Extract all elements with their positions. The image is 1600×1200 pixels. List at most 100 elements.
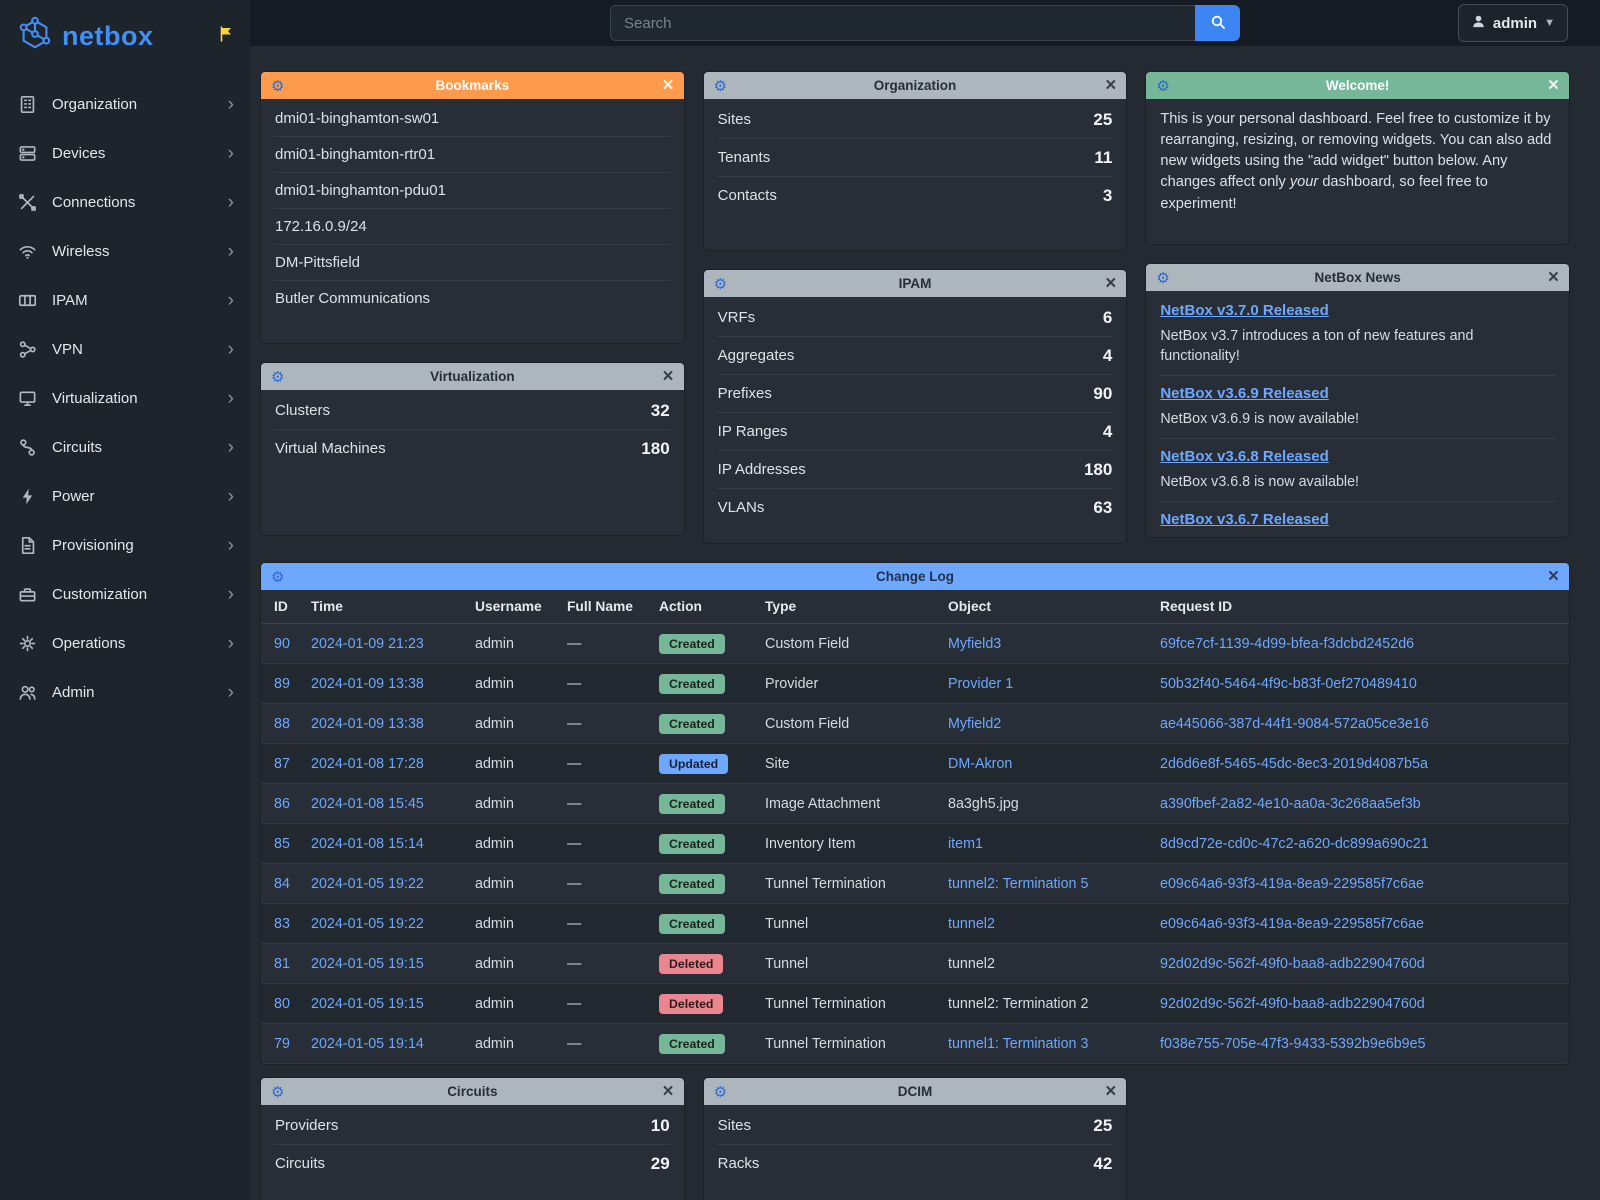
widget-header[interactable]: ⚙ IPAM ×	[704, 270, 1127, 297]
widget-config-icon[interactable]: ⚙	[271, 563, 284, 590]
changelog-id-link[interactable]: 79	[274, 1036, 290, 1052]
netbox-logo-text[interactable]: netbox	[62, 21, 154, 52]
widget-config-icon[interactable]: ⚙	[271, 1078, 284, 1105]
changelog-id-link[interactable]: 81	[274, 956, 290, 972]
widget-config-icon[interactable]: ⚙	[1156, 72, 1169, 99]
changelog-time-link[interactable]: 2024-01-05 19:22	[311, 916, 424, 932]
changelog-id-link[interactable]: 90	[274, 636, 290, 652]
widget-close-icon[interactable]: ×	[1548, 264, 1559, 291]
widget-close-icon[interactable]: ×	[1105, 72, 1116, 99]
stat-row[interactable]: Clusters 32	[274, 392, 671, 430]
changelog-request-id-link[interactable]: ae445066-387d-44f1-9084-572a05ce3e16	[1160, 716, 1429, 732]
changelog-time-link[interactable]: 2024-01-05 19:15	[311, 996, 424, 1012]
changelog-object-link[interactable]: 8a3gh5.jpg	[948, 796, 1019, 812]
sidebar-item-organization[interactable]: Organization ›	[0, 80, 250, 129]
stat-row[interactable]: Prefixes 90	[717, 375, 1114, 413]
bookmark-link[interactable]: Butler Communications	[274, 281, 671, 316]
changelog-request-id-link[interactable]: a390fbef-2a82-4e10-aa0a-3c268aa5ef3b	[1160, 796, 1421, 812]
stat-row[interactable]: VRFs 6	[717, 299, 1114, 337]
stat-row[interactable]: VLANs 63	[717, 489, 1114, 526]
stat-row[interactable]: Contacts 3	[717, 177, 1114, 214]
sidebar-item-circuits[interactable]: Circuits ›	[0, 423, 250, 472]
changelog-request-id-link[interactable]: 92d02d9c-562f-49f0-baa8-adb22904760d	[1160, 996, 1425, 1012]
stat-row[interactable]: IP Addresses 180	[717, 451, 1114, 489]
stat-row[interactable]: IP Ranges 4	[717, 413, 1114, 451]
stat-row[interactable]: Aggregates 4	[717, 337, 1114, 375]
changelog-id-link[interactable]: 85	[274, 836, 290, 852]
sidebar-item-admin[interactable]: Admin ›	[0, 668, 250, 717]
widget-close-icon[interactable]: ×	[663, 363, 674, 390]
changelog-request-id-link[interactable]: 92d02d9c-562f-49f0-baa8-adb22904760d	[1160, 956, 1425, 972]
changelog-request-id-link[interactable]: 50b32f40-5464-4f9c-b83f-0ef270489410	[1160, 676, 1417, 692]
widget-header[interactable]: ⚙ Virtualization ×	[261, 363, 684, 390]
stat-row[interactable]: Providers 10	[274, 1107, 671, 1145]
stat-row[interactable]: Racks 42	[717, 1145, 1114, 1182]
widget-close-icon[interactable]: ×	[1105, 1078, 1116, 1105]
sidebar-item-wireless[interactable]: Wireless ›	[0, 227, 250, 276]
widget-config-icon[interactable]: ⚙	[714, 72, 727, 99]
user-menu-button[interactable]: admin ▼	[1458, 4, 1568, 42]
widget-config-icon[interactable]: ⚙	[1156, 264, 1169, 291]
changelog-id-link[interactable]: 86	[274, 796, 290, 812]
widget-header[interactable]: ⚙ Organization ×	[704, 72, 1127, 99]
news-link[interactable]: NetBox v3.7.0 Released	[1160, 302, 1328, 319]
changelog-time-link[interactable]: 2024-01-09 13:38	[311, 676, 424, 692]
widget-header[interactable]: ⚙ Bookmarks ×	[261, 72, 684, 99]
changelog-request-id-link[interactable]: 2d6d6e8f-5465-45dc-8ec3-2019d4087b5a	[1160, 756, 1428, 772]
changelog-object-link[interactable]: tunnel2	[948, 956, 995, 972]
widget-close-icon[interactable]: ×	[663, 72, 674, 99]
changelog-object-link[interactable]: tunnel2	[948, 916, 995, 932]
changelog-request-id-link[interactable]: f038e755-705e-47f3-9433-5392b9e6b9e5	[1160, 1036, 1426, 1052]
changelog-time-link[interactable]: 2024-01-08 15:45	[311, 796, 424, 812]
widget-header[interactable]: ⚙ Circuits ×	[261, 1078, 684, 1105]
widget-close-icon[interactable]: ×	[1105, 270, 1116, 297]
sidebar-item-operations[interactable]: Operations ›	[0, 619, 250, 668]
changelog-time-link[interactable]: 2024-01-05 19:14	[311, 1036, 424, 1052]
bookmark-link[interactable]: dmi01-binghamton-pdu01	[274, 173, 671, 209]
widget-header[interactable]: ⚙ NetBox News ×	[1146, 264, 1569, 291]
sidebar-item-ipam[interactable]: IPAM ›	[0, 276, 250, 325]
changelog-object-link[interactable]: tunnel2: Termination 2	[948, 996, 1088, 1012]
bookmark-link[interactable]: dmi01-binghamton-rtr01	[274, 137, 671, 173]
widget-close-icon[interactable]: ×	[1548, 563, 1559, 590]
changelog-time-link[interactable]: 2024-01-09 13:38	[311, 716, 424, 732]
stat-row[interactable]: Tenants 11	[717, 139, 1114, 177]
changelog-time-link[interactable]: 2024-01-05 19:15	[311, 956, 424, 972]
changelog-request-id-link[interactable]: 69fce7cf-1139-4d99-bfea-f3dcbd2452d6	[1160, 636, 1414, 652]
widget-config-icon[interactable]: ⚙	[714, 1078, 727, 1105]
changelog-object-link[interactable]: item1	[948, 836, 983, 852]
changelog-id-link[interactable]: 89	[274, 676, 290, 692]
bookmark-link[interactable]: dmi01-binghamton-sw01	[274, 101, 671, 137]
stat-row[interactable]: Virtual Machines 180	[274, 430, 671, 467]
widget-close-icon[interactable]: ×	[663, 1078, 674, 1105]
changelog-id-link[interactable]: 87	[274, 756, 290, 772]
sidebar-item-devices[interactable]: Devices ›	[0, 129, 250, 178]
widget-config-icon[interactable]: ⚙	[271, 363, 284, 390]
changelog-time-link[interactable]: 2024-01-08 17:28	[311, 756, 424, 772]
netbox-logo-icon[interactable]	[16, 15, 54, 58]
changelog-id-link[interactable]: 80	[274, 996, 290, 1012]
changelog-time-link[interactable]: 2024-01-05 19:22	[311, 876, 424, 892]
stat-row[interactable]: Sites 25	[717, 101, 1114, 139]
news-link[interactable]: NetBox v3.6.9 Released	[1160, 385, 1328, 402]
sidebar-item-customization[interactable]: Customization ›	[0, 570, 250, 619]
changelog-request-id-link[interactable]: e09c64a6-93f3-419a-8ea9-229585f7c6ae	[1160, 916, 1424, 932]
news-link[interactable]: NetBox v3.6.8 Released	[1160, 448, 1328, 465]
sidebar-item-connections[interactable]: Connections ›	[0, 178, 250, 227]
bookmark-link[interactable]: DM-Pittsfield	[274, 245, 671, 281]
changelog-object-link[interactable]: Myfield3	[948, 636, 1001, 652]
widget-header[interactable]: ⚙ Change Log ×	[261, 563, 1569, 590]
changelog-id-link[interactable]: 88	[274, 716, 290, 732]
bookmark-link[interactable]: 172.16.0.9/24	[274, 209, 671, 245]
widget-config-icon[interactable]: ⚙	[271, 72, 284, 99]
sidebar-pin-icon[interactable]	[218, 26, 234, 47]
changelog-time-link[interactable]: 2024-01-08 15:14	[311, 836, 424, 852]
sidebar-item-power[interactable]: Power ›	[0, 472, 250, 521]
search-input[interactable]	[610, 5, 1195, 41]
widget-header[interactable]: ⚙ Welcome! ×	[1146, 72, 1569, 99]
sidebar-item-virtualization[interactable]: Virtualization ›	[0, 374, 250, 423]
widget-config-icon[interactable]: ⚙	[714, 270, 727, 297]
stat-row[interactable]: Sites 25	[717, 1107, 1114, 1145]
changelog-object-link[interactable]: tunnel1: Termination 3	[948, 1036, 1088, 1052]
changelog-object-link[interactable]: Myfield2	[948, 716, 1001, 732]
